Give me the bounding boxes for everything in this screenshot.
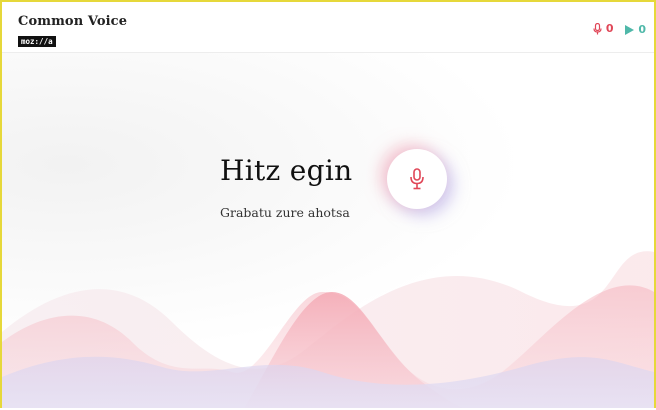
logo-title: Common Voice <box>18 14 128 29</box>
background-waves <box>2 251 654 408</box>
microphone-icon <box>593 22 602 34</box>
play-count: 0 <box>638 23 646 36</box>
record-count: 0 <box>605 22 614 35</box>
page-title: Hitz egin <box>220 154 353 187</box>
record-counter: 0 <box>593 22 614 35</box>
common-voice-logo[interactable]: Common Voice moz://a <box>18 14 127 48</box>
microphone-icon <box>410 168 424 190</box>
play-icon <box>625 24 635 35</box>
page-subtitle: Grabatu zure ahotsa <box>220 205 350 220</box>
play-counter: 0 <box>625 23 646 36</box>
record-button[interactable] <box>387 149 447 209</box>
page-frame: Common Voice moz://a 0 0 Hitz egin Graba… <box>0 0 656 408</box>
mozilla-logo: moz://a <box>18 36 56 47</box>
site-header: Common Voice moz://a 0 0 <box>2 2 654 53</box>
contribution-counters: 0 0 <box>585 22 646 38</box>
